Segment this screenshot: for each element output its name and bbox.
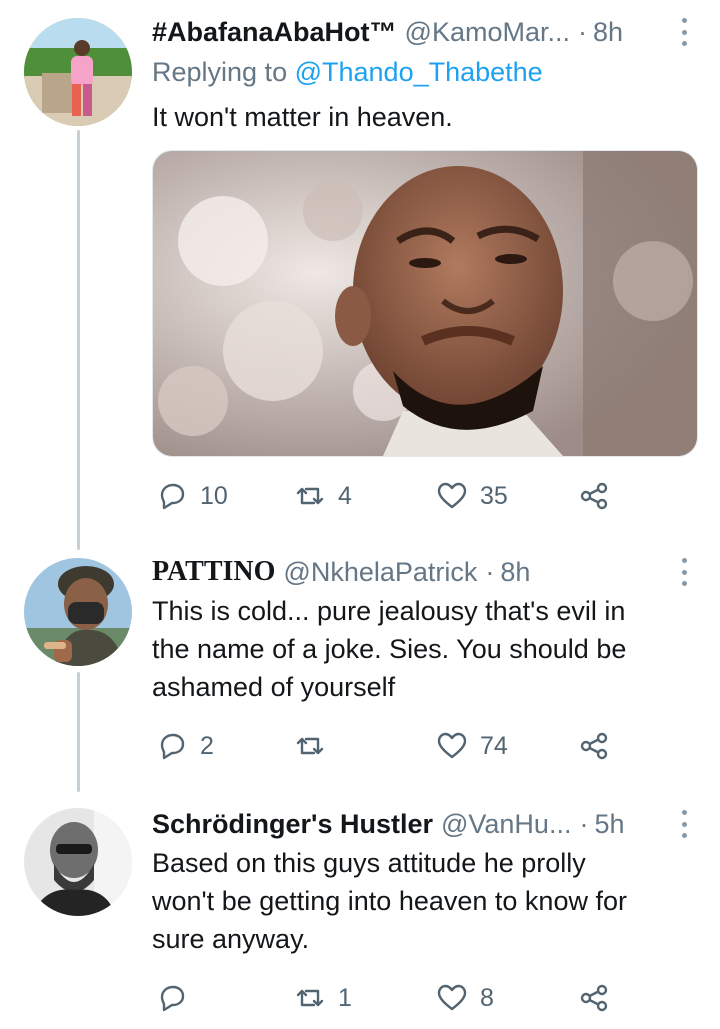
reply-icon xyxy=(160,733,185,760)
like-icon xyxy=(437,732,467,759)
retweet-button[interactable] xyxy=(294,726,338,766)
tweet-image[interactable] xyxy=(152,150,698,457)
tweet-header: PATTINO @NkhelaPatrick · 8h xyxy=(152,552,692,592)
user-handle[interactable]: @VanHu... xyxy=(441,804,571,844)
tweet-text: This is cold... pure jealousy that's evi… xyxy=(152,592,690,706)
reply-count: 10 xyxy=(200,481,228,510)
tweet-text: It won't matter in heaven. xyxy=(152,102,453,132)
retweet-icon xyxy=(296,737,324,755)
tweet-actions: 1 8 xyxy=(152,978,622,1018)
reply-button[interactable]: 2 xyxy=(156,726,214,766)
tweet[interactable]: Schrödinger's Hustler @VanHu... · 5h Bas… xyxy=(0,792,720,1029)
user-handle[interactable]: @NkhelaPatrick xyxy=(283,552,477,592)
share-button[interactable] xyxy=(578,978,610,1018)
timestamp[interactable]: 8h xyxy=(500,552,530,592)
like-button[interactable]: 74 xyxy=(436,726,508,766)
reply-button[interactable] xyxy=(156,978,200,1018)
reply-icon xyxy=(160,985,185,1012)
replying-prefix: Replying to xyxy=(152,57,288,87)
retweet-button[interactable]: 1 xyxy=(294,978,352,1018)
reply-icon xyxy=(160,483,185,510)
more-icon[interactable] xyxy=(678,18,690,46)
retweet-button[interactable]: 4 xyxy=(294,476,352,516)
share-icon xyxy=(580,732,608,760)
tweet[interactable]: #AbafanaAbaHot™ @KamoMar... · 8h Replyin… xyxy=(0,0,720,540)
replying-to: Replying to @Thando_Thabethe xyxy=(152,52,543,92)
more-icon[interactable] xyxy=(678,558,690,586)
share-icon xyxy=(580,984,608,1012)
avatar[interactable] xyxy=(24,18,132,126)
avatar[interactable] xyxy=(24,558,132,666)
tweet-text-line: ashamed of yourself xyxy=(152,672,396,702)
tweet-text-line: won't be getting into heaven to know for xyxy=(152,886,627,916)
separator: · xyxy=(579,809,589,839)
tweet-text-line: the name of a joke. Sies. You should be xyxy=(152,634,627,664)
like-count: 74 xyxy=(480,731,508,760)
timestamp[interactable]: 8h xyxy=(593,12,623,52)
like-count: 8 xyxy=(480,983,494,1012)
tweet-text: Based on this guys attitude he prolly wo… xyxy=(152,844,690,958)
tweet-text-line: Based on this guys attitude he prolly xyxy=(152,848,586,878)
retweet-icon xyxy=(296,487,324,505)
tweet-text-line: This is cold... pure jealousy that's evi… xyxy=(152,596,626,626)
avatar[interactable] xyxy=(24,808,132,916)
share-icon xyxy=(580,482,608,510)
share-button[interactable] xyxy=(578,476,610,516)
like-icon xyxy=(437,482,467,509)
tweet-text-line: sure anyway. xyxy=(152,924,310,954)
like-icon xyxy=(437,984,467,1011)
tweet-header: #AbafanaAbaHot™ @KamoMar... · 8h xyxy=(152,12,692,52)
timestamp[interactable]: 5h xyxy=(594,804,624,844)
more-icon[interactable] xyxy=(678,810,690,838)
tweet-actions: 10 4 35 xyxy=(152,476,622,516)
tweet[interactable]: PATTINO @NkhelaPatrick · 8h This is cold… xyxy=(0,540,720,790)
separator: · xyxy=(578,17,587,47)
retweet-count: 4 xyxy=(338,481,352,510)
separator: · xyxy=(485,557,495,587)
share-button[interactable] xyxy=(578,726,610,766)
reply-button[interactable]: 10 xyxy=(156,476,228,516)
like-count: 35 xyxy=(480,481,508,510)
like-button[interactable]: 35 xyxy=(436,476,508,516)
retweet-count: 1 xyxy=(338,983,352,1012)
tweet-actions: 2 74 xyxy=(152,726,622,766)
display-name[interactable]: PATTINO xyxy=(152,552,275,592)
display-name[interactable]: Schrödinger's Hustler xyxy=(152,804,433,844)
tweet-header: Schrödinger's Hustler @VanHu... · 5h xyxy=(152,804,692,844)
reply-count: 2 xyxy=(200,731,214,760)
mention-link[interactable]: @Thando_Thabethe xyxy=(295,57,543,87)
display-name[interactable]: #AbafanaAbaHot™ xyxy=(152,12,397,52)
like-button[interactable]: 8 xyxy=(436,978,494,1018)
retweet-icon xyxy=(296,989,324,1007)
user-handle[interactable]: @KamoMar... xyxy=(405,12,570,52)
